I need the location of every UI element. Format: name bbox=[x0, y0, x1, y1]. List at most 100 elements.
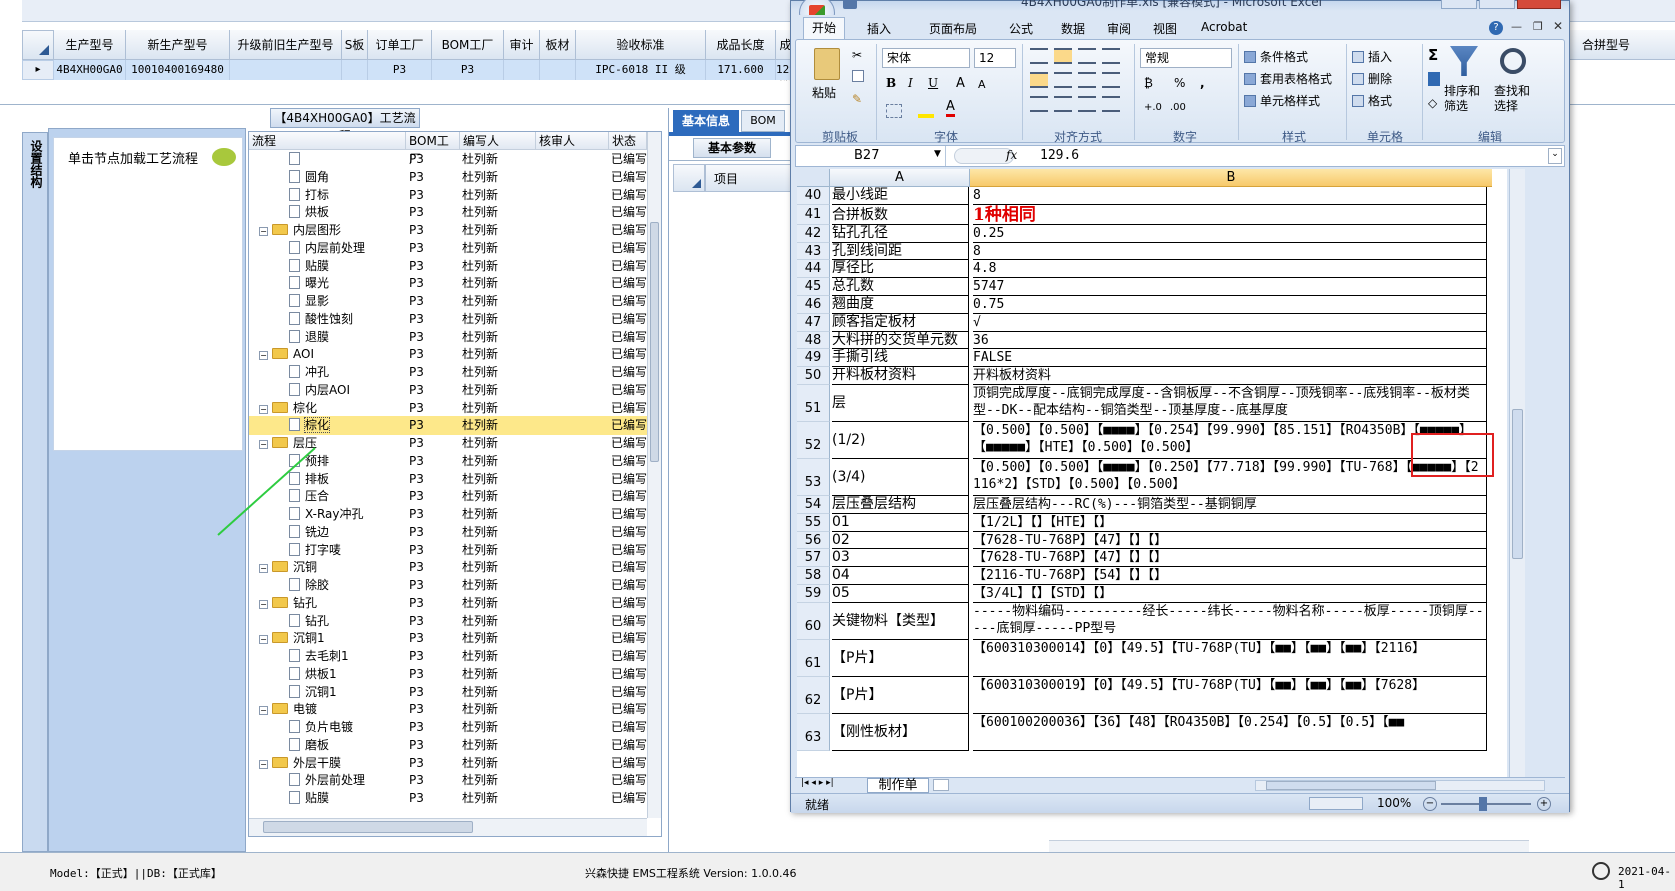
tree-node[interactable]: − 外层干膜 bbox=[259, 754, 406, 773]
grid-corner[interactable] bbox=[22, 30, 54, 60]
cell-b[interactable]: 8 bbox=[973, 242, 1487, 261]
help-icon[interactable]: ? bbox=[1489, 21, 1503, 35]
tab-bom[interactable]: BOM bbox=[741, 110, 785, 132]
italic-button[interactable]: I bbox=[908, 76, 913, 90]
view-mode-buttons[interactable] bbox=[1309, 797, 1363, 810]
cell-a[interactable]: 04 bbox=[832, 567, 969, 585]
sheet-vscroll-thumb[interactable] bbox=[1512, 409, 1523, 559]
font-size-select[interactable]: 12 bbox=[974, 48, 1016, 68]
tree-node[interactable]: 圆角 bbox=[289, 168, 406, 187]
row-number[interactable]: 43 bbox=[797, 242, 830, 261]
tree-row[interactable]: − 电镀 P3 杜列新 已编写 bbox=[249, 700, 647, 719]
row-number[interactable]: 60 bbox=[797, 602, 830, 640]
cell-a[interactable]: 大料拼的交货单元数 bbox=[832, 331, 969, 350]
align-icon[interactable] bbox=[1054, 72, 1072, 88]
cell-b[interactable]: 0.75 bbox=[973, 296, 1487, 314]
tree-node[interactable]: 烘板 bbox=[289, 203, 406, 222]
grid-cell[interactable] bbox=[230, 60, 342, 80]
cell-a[interactable]: 最小线距 bbox=[832, 187, 969, 205]
align-icon[interactable] bbox=[1030, 48, 1048, 64]
collapse-icon[interactable]: − bbox=[259, 227, 268, 236]
grid-cell[interactable]: P3 bbox=[368, 60, 432, 80]
row-number[interactable]: 61 bbox=[797, 639, 830, 677]
cell-a[interactable]: 孔到线间距 bbox=[832, 242, 969, 261]
collapse-icon[interactable]: − bbox=[259, 635, 268, 645]
row-number[interactable]: 53 bbox=[797, 459, 830, 496]
tab-basic-info[interactable]: 基本信息 bbox=[673, 110, 739, 132]
align-icon[interactable] bbox=[1078, 48, 1096, 64]
grid-header-cell[interactable]: 验收标准 bbox=[576, 30, 706, 60]
col-process[interactable]: 流程 bbox=[249, 132, 406, 150]
tree-node[interactable]: 去毛刺1 bbox=[289, 647, 406, 666]
align-icon[interactable] bbox=[1054, 96, 1072, 112]
tree-node[interactable]: 内层前处理 bbox=[289, 239, 406, 258]
align-icon[interactable] bbox=[1030, 96, 1048, 112]
process-tab[interactable]: 【4B4XH00GA0】工艺流程 bbox=[270, 108, 420, 143]
tree-row[interactable]: − 棕化 P3 杜列新 已编写 bbox=[249, 399, 647, 418]
row-number[interactable]: 52 bbox=[797, 422, 830, 459]
style-item-button[interactable]: 条件格式 bbox=[1244, 48, 1308, 65]
row-number[interactable]: 62 bbox=[797, 676, 830, 714]
tree-row[interactable]: 打标 P3 杜列新 已编写 bbox=[249, 186, 647, 205]
cell-a[interactable]: 手撕引线 bbox=[832, 349, 969, 368]
sheet-hscroll-thumb[interactable] bbox=[1266, 781, 1436, 790]
row-number[interactable]: 57 bbox=[797, 549, 830, 568]
grid-header-cell[interactable]: BOM工厂 bbox=[432, 30, 504, 60]
ribbon-tab[interactable]: 开始 bbox=[803, 17, 846, 39]
collapse-icon[interactable]: − bbox=[259, 599, 268, 609]
row-number[interactable]: 44 bbox=[797, 260, 830, 279]
row-number[interactable]: 63 bbox=[797, 713, 830, 751]
tree-hscrollbar[interactable] bbox=[249, 818, 647, 836]
cell-a[interactable]: 05 bbox=[832, 585, 969, 603]
tree-vscroll-thumb[interactable] bbox=[650, 222, 659, 462]
find-select-button[interactable]: 查找和 选择 bbox=[1494, 84, 1538, 114]
cell-a[interactable]: 翘曲度 bbox=[832, 296, 969, 314]
structure-list[interactable]: 单击节点加载工艺流程 bbox=[53, 137, 243, 451]
tree-row[interactable]: 钻孔 P3 杜列新 已编写 bbox=[249, 612, 647, 631]
cut-icon[interactable]: ✂ bbox=[852, 48, 862, 62]
style-item-button[interactable]: 单元格样式 bbox=[1244, 92, 1320, 109]
tree-node[interactable]: − 电镀 bbox=[259, 700, 406, 719]
collapse-icon[interactable]: − bbox=[259, 404, 268, 414]
tree-row[interactable]: 冲孔 P3 杜列新 已编写 bbox=[249, 363, 647, 382]
cell-b[interactable]: 【7628-TU-768P】【47】【】【】 bbox=[973, 549, 1487, 568]
col-author[interactable]: 编写人 bbox=[460, 132, 536, 150]
grid-header-cell[interactable]: 新生产型号 bbox=[126, 30, 230, 60]
collapse-icon[interactable]: − bbox=[259, 706, 268, 716]
tree-row[interactable]: 打字唛 P3 杜列新 已编写 bbox=[249, 541, 647, 560]
grid-header-cell[interactable]: 成品长度 bbox=[706, 30, 776, 60]
row-number[interactable]: 49 bbox=[797, 349, 830, 368]
row-number[interactable]: 45 bbox=[797, 278, 830, 296]
find-select-icon[interactable] bbox=[1500, 48, 1526, 74]
cell-b[interactable]: 36 bbox=[973, 331, 1487, 350]
tree-row[interactable]: 内层AOI P3 杜列新 已编写 bbox=[249, 381, 647, 400]
tree-hscroll-thumb[interactable] bbox=[263, 821, 473, 833]
cell-a[interactable]: 层 bbox=[832, 385, 969, 422]
col-reviewer[interactable]: 核审人 bbox=[536, 132, 609, 150]
grid-cell[interactable] bbox=[504, 60, 540, 80]
tree-row[interactable]: 酸性蚀刻 P3 杜列新 已编写 bbox=[249, 310, 647, 329]
tree-row[interactable]: − 钻孔 P3 杜列新 已编写 bbox=[249, 594, 647, 613]
fill-icon[interactable] bbox=[1428, 72, 1440, 86]
grid-cell[interactable] bbox=[540, 60, 576, 80]
align-icon[interactable] bbox=[1078, 96, 1096, 112]
cell-a[interactable]: 顾客指定板材 bbox=[832, 313, 969, 332]
close-button[interactable] bbox=[1517, 0, 1561, 9]
cell-a[interactable]: 【P片】 bbox=[832, 639, 969, 677]
align-icon[interactable] bbox=[1102, 96, 1120, 112]
cell-a[interactable]: 【P片】 bbox=[832, 676, 969, 714]
grid-header-cell[interactable]: 订单工厂 bbox=[368, 30, 432, 60]
cell-b[interactable]: 4.8 bbox=[973, 260, 1487, 279]
cell-b[interactable]: 【3/4L】【】【STD】【】 bbox=[973, 585, 1487, 603]
tree-node[interactable]: 打标 bbox=[289, 186, 406, 205]
tree-row[interactable]: 显影 P3 杜列新 已编写 bbox=[249, 292, 647, 311]
row-number[interactable]: 46 bbox=[797, 296, 830, 314]
tree-row[interactable]: 烘板 P3 杜列新 已编写 bbox=[249, 203, 647, 222]
shrink-font-button[interactable]: A bbox=[978, 78, 986, 91]
cell-b[interactable]: 1种相同 bbox=[973, 204, 1487, 225]
autosum-icon[interactable]: Σ bbox=[1428, 46, 1438, 64]
row-number[interactable]: 51 bbox=[797, 385, 830, 422]
grid-cell[interactable]: 10010400169480 bbox=[126, 60, 230, 80]
grow-font-button[interactable]: A bbox=[956, 76, 965, 91]
grid-cell[interactable]: 171.600 bbox=[706, 60, 776, 80]
